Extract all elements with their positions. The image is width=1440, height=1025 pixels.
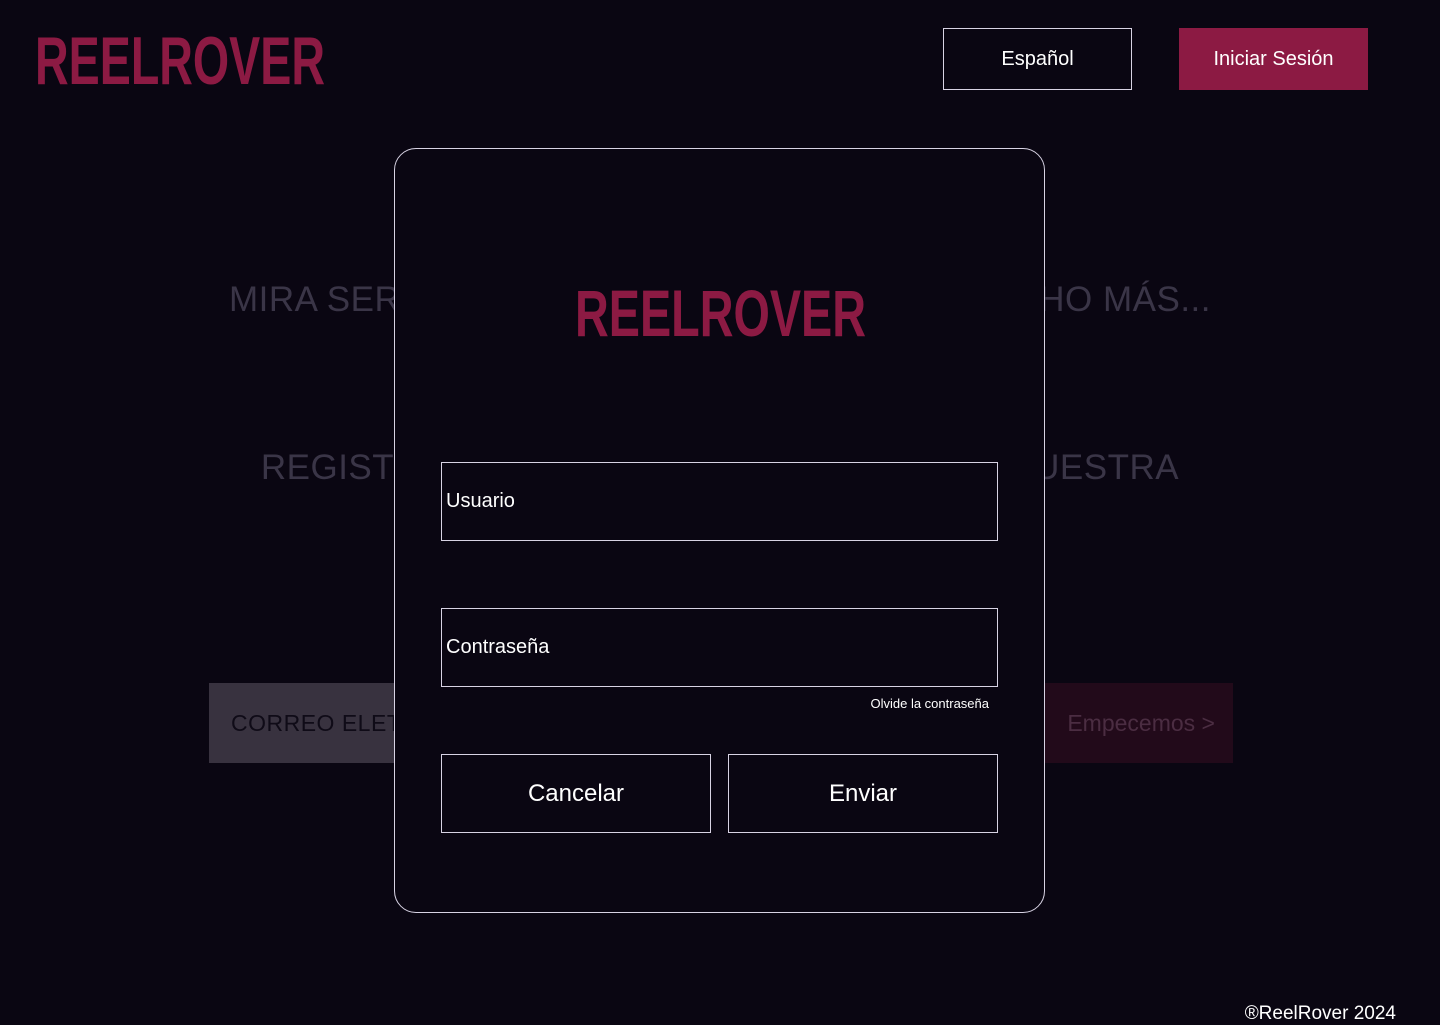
hero-headline-left: MIRA SERI [228, 280, 411, 319]
modal-logo-text: REELROVER [575, 279, 866, 347]
forgot-password-link[interactable]: Olvide la contraseña [870, 696, 989, 711]
cancel-button[interactable]: Cancelar [441, 754, 711, 833]
hero-subheadline-left: REGIST [260, 448, 395, 487]
brand-logo[interactable]: REELROVER [33, 26, 327, 96]
username-field-container [441, 462, 998, 541]
username-input[interactable] [442, 463, 997, 540]
hero-subheadline-right: UESTRA [1034, 448, 1180, 487]
language-selector-button[interactable]: Español [943, 28, 1132, 90]
get-started-button: Empecemos > [1040, 683, 1233, 763]
hero-email-placeholder: CORREO ELETR [231, 709, 419, 736]
modal-logo: REELROVER [573, 279, 868, 347]
brand-logo-text: REELROVER [35, 26, 325, 96]
submit-button[interactable]: Enviar [728, 754, 998, 833]
modal-logo-graphic: REELROVER [575, 279, 866, 347]
login-button[interactable]: Iniciar Sesión [1179, 28, 1368, 90]
login-modal: REELROVER Olvide la contraseña Cancelar … [394, 148, 1045, 913]
footer-copyright: ®ReelRover 2024 [1244, 1003, 1396, 1024]
get-started-label: Empecemos > [1067, 709, 1215, 736]
brand-logo-graphic: REELROVER [35, 26, 325, 96]
password-field-container [441, 608, 998, 687]
password-input[interactable] [442, 609, 997, 686]
